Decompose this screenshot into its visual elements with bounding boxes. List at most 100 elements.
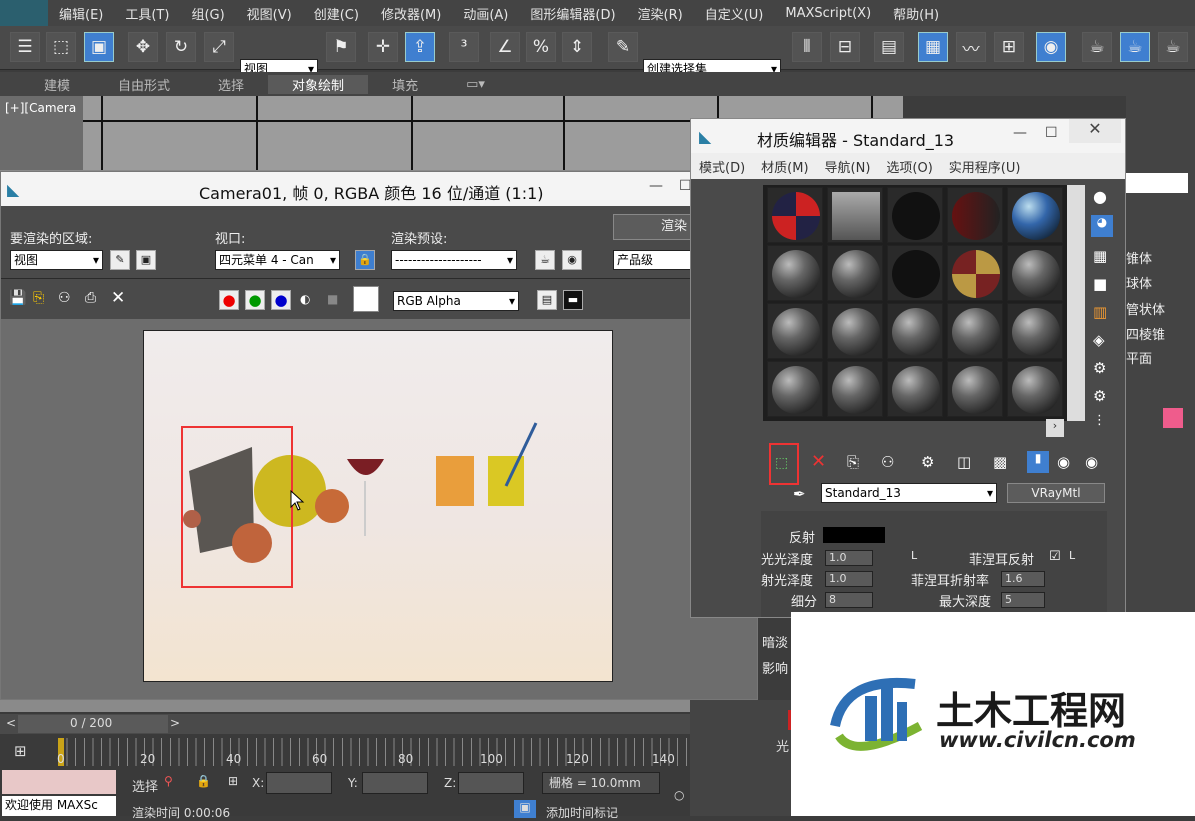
mirror-icon[interactable]: ⫴	[792, 32, 822, 62]
edit-named-selection-icon[interactable]: ✎	[608, 32, 638, 62]
sample-slot-13[interactable]	[887, 303, 943, 359]
reset-material-icon[interactable]: ✕	[811, 451, 826, 472]
cmd-item-tube[interactable]: 管状体	[1126, 299, 1165, 318]
sample-slot-16[interactable]	[767, 361, 823, 417]
me-minimize-button[interactable]: —	[1013, 125, 1027, 141]
select-by-material-icon[interactable]: ⚙	[1093, 387, 1106, 405]
menu-maxscript[interactable]: MAXScript(X)	[774, 6, 882, 21]
gloss-spinner[interactable]: 1.0	[825, 550, 873, 566]
menu-group[interactable]: 组(G)	[180, 4, 235, 23]
clear-icon[interactable]: ✕	[111, 288, 125, 308]
select-manipulate-icon[interactable]: ✛	[368, 32, 398, 62]
cmd-item-pyramid[interactable]: 四棱锥	[1126, 324, 1165, 343]
tab-freeform[interactable]: 自由形式	[94, 75, 194, 94]
sample-slot-12[interactable]	[827, 303, 883, 359]
background-icon[interactable]: ▦	[1093, 247, 1107, 265]
material-type-button[interactable]: VRayMtl	[1007, 483, 1105, 503]
menu-customize[interactable]: 自定义(U)	[694, 4, 775, 23]
sample-slot-14[interactable]	[947, 303, 1003, 359]
menu-edit[interactable]: 编辑(E)	[48, 4, 114, 23]
schematic-view-icon[interactable]: ⊞	[994, 32, 1024, 62]
material-name-field[interactable]: Standard_13	[821, 483, 997, 503]
render-area-select[interactable]: 视图	[10, 250, 103, 270]
material-navigator-icon[interactable]: ⋮	[1093, 413, 1106, 428]
auto-region-icon[interactable]: ▣	[136, 250, 156, 270]
sample-slot-20[interactable]	[1007, 361, 1063, 417]
me-menu-material[interactable]: 材质(M)	[753, 157, 816, 176]
tab-modeling[interactable]: 建模	[20, 75, 94, 94]
curve-editor-icon[interactable]: 〰	[956, 32, 986, 62]
percent-snap-icon[interactable]: %	[526, 32, 556, 62]
scene-explorer-icon[interactable]: ▦	[918, 32, 948, 62]
me-maximize-button[interactable]: ☐	[1045, 125, 1058, 141]
cmd-item-geosphere[interactable]: 球体	[1126, 273, 1152, 292]
sample-slot-17[interactable]	[827, 361, 883, 417]
maxdepth-spinner[interactable]: 5	[1001, 592, 1045, 608]
move-icon[interactable]: ✥	[128, 32, 158, 62]
environment-icon[interactable]: ◉	[562, 250, 582, 270]
sample-slot-6[interactable]	[767, 245, 823, 301]
uv-tiling-icon[interactable]: ■	[1093, 275, 1107, 293]
angle-snap-icon[interactable]: ∠	[490, 32, 520, 62]
viewport-label[interactable]: [+][Camera	[5, 101, 76, 115]
y-coord-field[interactable]	[362, 772, 428, 794]
make-unique-icon[interactable]: ⚇	[881, 453, 894, 471]
go-sibling-icon[interactable]: ◉	[1085, 453, 1098, 471]
slots-scrollbar[interactable]	[1067, 185, 1085, 421]
object-color-swatch[interactable]	[1163, 408, 1183, 428]
ribbon-options-icon[interactable]: ▭▾	[442, 77, 509, 92]
select-list-icon[interactable]: ☰	[10, 32, 40, 62]
sample-slot-15[interactable]	[1007, 303, 1063, 359]
put-library-icon[interactable]: ⚙	[921, 453, 934, 471]
render-setup-icon[interactable]: ☕	[1082, 32, 1112, 62]
print-icon[interactable]: ⎙	[85, 290, 96, 306]
fresnel-checkbox[interactable]: ☑	[1049, 549, 1061, 564]
copy-material-icon[interactable]: ⎘	[847, 453, 859, 471]
tab-selection[interactable]: 选择	[194, 75, 268, 94]
go-parent-icon[interactable]: ◉	[1057, 453, 1070, 471]
clone-window-icon[interactable]: ⚇	[58, 290, 71, 306]
menu-tools[interactable]: 工具(T)	[114, 4, 180, 23]
assign-material-icon[interactable]: ⬚	[775, 455, 788, 471]
me-close-button[interactable]: ✕	[1069, 119, 1121, 143]
render-production-icon[interactable]: ☕	[1158, 32, 1188, 62]
render-setup-small-icon[interactable]: ☕	[535, 250, 555, 270]
window-crossing-icon[interactable]: ▣	[84, 32, 114, 62]
rotate-icon[interactable]: ↻	[166, 32, 196, 62]
green-channel-toggle[interactable]: ●	[245, 290, 265, 310]
app-logo[interactable]	[0, 0, 48, 26]
copy-image-icon[interactable]: ⎘	[33, 290, 44, 306]
menu-graph-editors[interactable]: 图形编辑器(D)	[519, 4, 626, 23]
maxscript-listener[interactable]	[2, 770, 116, 794]
material-id-icon[interactable]: ◫	[957, 453, 971, 471]
sample-slot-9[interactable]	[947, 245, 1003, 301]
video-color-check-icon[interactable]: ▥	[1093, 303, 1107, 321]
track-bar-icon[interactable]: ⊞	[14, 742, 27, 760]
key-icon[interactable]: ○	[674, 788, 684, 802]
keyboard-shortcut-icon[interactable]: ⇪	[405, 32, 435, 62]
blue-channel-toggle[interactable]: ●	[271, 290, 291, 310]
selection-lock-icon[interactable]: 🔒	[196, 774, 211, 788]
region-select-icon[interactable]: ⬚	[46, 32, 76, 62]
z-coord-field[interactable]	[458, 772, 524, 794]
menu-rendering[interactable]: 渲染(R)	[627, 4, 694, 23]
subdiv-spinner[interactable]: 8	[825, 592, 873, 608]
menu-modifiers[interactable]: 修改器(M)	[370, 4, 452, 23]
spinner-snap-icon[interactable]: ⇕	[562, 32, 592, 62]
reflect-color-swatch[interactable]	[823, 527, 885, 543]
fresnel-ior-spinner[interactable]: 1.6	[1001, 571, 1045, 587]
scroll-right-icon[interactable]: ›	[1046, 419, 1064, 437]
menu-view[interactable]: 视图(V)	[236, 4, 303, 23]
backlight-icon[interactable]: ◕	[1091, 215, 1113, 237]
sample-slot-10[interactable]	[1007, 245, 1063, 301]
red-channel-toggle[interactable]: ●	[219, 290, 239, 310]
time-tag-icon[interactable]: ▣	[514, 800, 536, 818]
isolate-icon[interactable]: ⚲	[164, 774, 173, 788]
layer-icon[interactable]: ▤	[874, 32, 904, 62]
sample-slot-18[interactable]	[887, 361, 943, 417]
sample-slot-4[interactable]	[947, 187, 1003, 243]
x-coord-field[interactable]	[266, 772, 332, 794]
command-panel-select[interactable]	[1126, 173, 1188, 193]
sample-slot-11[interactable]	[767, 303, 823, 359]
me-menu-options[interactable]: 选项(O)	[878, 157, 940, 176]
